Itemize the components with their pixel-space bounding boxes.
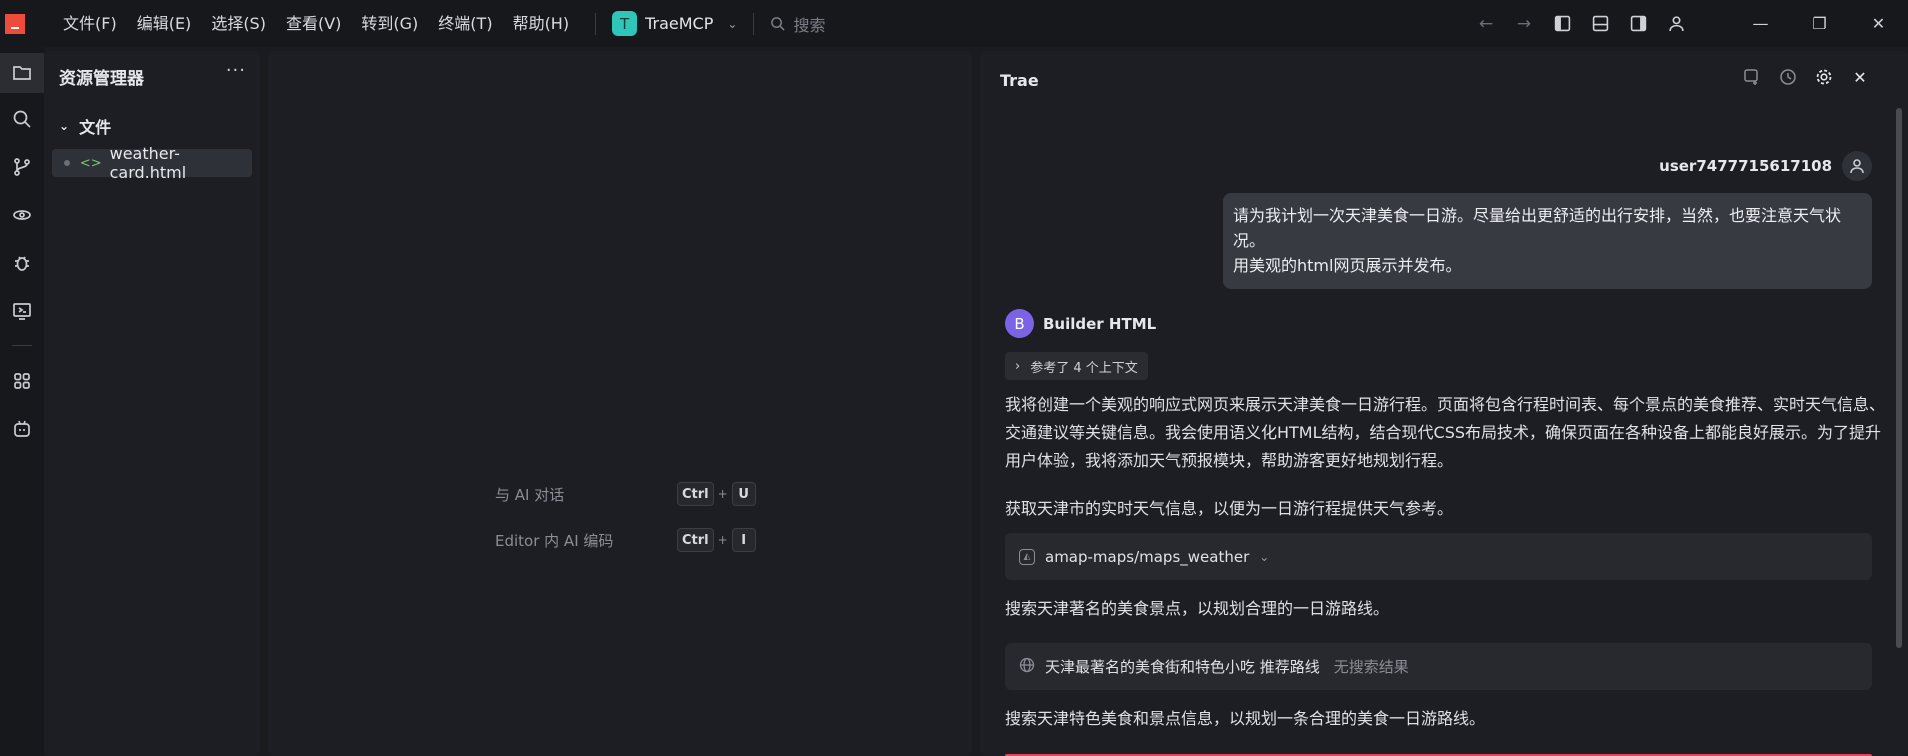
menu-file[interactable]: 文件(F) <box>53 0 127 47</box>
file-item[interactable]: <> weather-card.html <box>52 144 252 182</box>
hint-label: 与 AI 对话 <box>495 485 565 504</box>
settings-icon[interactable] <box>1812 65 1836 89</box>
key-ctrl: Ctrl <box>677 528 714 552</box>
editor-area: 与 AI 对话 Ctrl + U Editor 内 AI 编码 Ctrl + I <box>268 51 972 756</box>
bot-step: 获取天津市的实时天气信息，以便为一日游行程提供天气参考。 <box>1005 499 1454 518</box>
file-name: weather-card.html <box>109 144 187 182</box>
history-icon[interactable] <box>1776 65 1800 89</box>
key-i: I <box>731 528 756 552</box>
context-toggle[interactable]: › 参考了 4 个上下文 <box>1005 352 1148 380</box>
back-arrow-icon[interactable]: ← <box>1467 0 1505 47</box>
plus-sign: + <box>717 533 728 547</box>
project-name: TraeMCP <box>645 14 714 33</box>
chevron-right-icon: › <box>1015 358 1021 374</box>
menu-help[interactable]: 帮助(H) <box>503 0 580 47</box>
folder-row[interactable]: ⌄ 文件 <box>59 114 111 138</box>
hint-inline-ai: Editor 内 AI 编码 Ctrl + I <box>495 528 756 552</box>
tool-name: amap-maps/maps_weather <box>1045 547 1250 566</box>
activity-bar <box>0 47 44 756</box>
bot-name: Builder HTML <box>1043 314 1157 333</box>
chat-scrollbar[interactable] <box>1896 108 1902 648</box>
debug-icon[interactable] <box>0 243 44 283</box>
user-avatar-icon <box>1842 151 1872 181</box>
plus-sign: + <box>717 487 728 501</box>
context-label: 参考了 4 个上下文 <box>1030 360 1138 376</box>
chat-panel: Trae ✕ user7477715617108 请为我计划一次天津美食一日游。… <box>980 51 1908 756</box>
hint-chat: 与 AI 对话 Ctrl + U <box>495 482 756 506</box>
close-window-icon[interactable]: ✕ <box>1849 0 1908 47</box>
explorer-panel: 资源管理器 ··· ⌄ 文件 <> weather-card.html <box>44 51 260 756</box>
folder-name: 文件 <box>79 118 112 137</box>
search-icon[interactable] <box>0 99 44 139</box>
file-status-dot <box>64 160 70 166</box>
toggle-right-panel-icon[interactable] <box>1619 0 1657 47</box>
menu-goto[interactable]: 转到(G) <box>351 0 428 47</box>
explorer-icon[interactable] <box>0 53 44 93</box>
restore-icon[interactable]: ❐ <box>1790 0 1849 47</box>
search-query: 天津最著名的美食街和特色小吃 推荐路线 <box>1045 658 1320 676</box>
tool-call-weather[interactable]: ◭ amap-maps/maps_weather ⌄ <box>1005 533 1872 580</box>
key-ctrl: Ctrl <box>677 482 714 506</box>
more-icon[interactable]: ··· <box>226 60 246 81</box>
activity-divider <box>12 345 32 346</box>
bot-avatar: B <box>1005 309 1034 338</box>
extensions-icon[interactable] <box>0 361 44 401</box>
remote-explorer-icon[interactable] <box>0 195 44 235</box>
bot-step: 搜索天津著名的美食景点，以规划合理的一日游路线。 <box>1005 599 1390 618</box>
search-status: 无搜索结果 <box>1333 658 1409 676</box>
bot-intro: 我将创建一个美观的响应式网页来展示天津美食一日游行程。页面将包含行程时间表、每个… <box>1005 395 1886 470</box>
html-file-icon: <> <box>79 155 102 171</box>
menu-view[interactable]: 查看(V) <box>276 0 351 47</box>
close-icon[interactable]: ✕ <box>1848 65 1872 89</box>
chat-actions: ✕ <box>1740 65 1872 89</box>
explorer-title: 资源管理器 <box>59 69 144 89</box>
search-placeholder: 搜索 <box>793 15 826 35</box>
project-switcher[interactable]: T TraeMCP ⌄ <box>612 11 737 36</box>
user-name: user7477715617108 <box>1659 157 1832 175</box>
globe-icon <box>1019 657 1035 677</box>
new-chat-icon[interactable] <box>1740 65 1764 89</box>
chevron-down-icon: ⌄ <box>1259 549 1270 564</box>
bot-header: B Builder HTML <box>1005 309 1156 338</box>
mcp-tool-icon: ◭ <box>1019 548 1035 565</box>
user-message-line: 用美观的html网页展示并发布。 <box>1233 256 1462 275</box>
divider <box>753 12 755 35</box>
menu-terminal[interactable]: 终端(T) <box>428 0 502 47</box>
titlebar-controls: ← → — ❐ ✕ <box>1467 0 1908 47</box>
divider <box>595 12 597 35</box>
minimize-icon[interactable]: — <box>1731 0 1790 47</box>
account-icon[interactable] <box>1657 0 1695 47</box>
search-box[interactable]: 搜索 <box>770 12 825 36</box>
toggle-left-panel-icon[interactable] <box>1543 0 1581 47</box>
menu-edit[interactable]: 编辑(E) <box>127 0 202 47</box>
trae-logo-icon <box>5 13 25 34</box>
user-message: 请为我计划一次天津美食一日游。尽量给出更舒适的出行安排，当然，也要注意天气状况。… <box>1223 193 1872 289</box>
bot-step: 搜索天津特色美食和景点信息，以规划一条合理的美食一日游路线。 <box>1005 709 1486 728</box>
toggle-bottom-panel-icon[interactable] <box>1581 0 1619 47</box>
user-message-line: 请为我计划一次天津美食一日游。尽量给出更舒适的出行安排，当然，也要注意天气状况。 <box>1233 206 1842 250</box>
chat-title: Trae <box>1000 71 1039 90</box>
tool-call-search[interactable]: 天津最著名的美食街和特色小吃 推荐路线 无搜索结果 <box>1005 643 1872 690</box>
title-bar: 文件(F) 编辑(E) 选择(S) 查看(V) 转到(G) 终端(T) 帮助(H… <box>0 0 1908 47</box>
chevron-down-icon: ⌄ <box>59 119 70 133</box>
ai-agent-icon[interactable] <box>0 409 44 449</box>
hint-label: Editor 内 AI 编码 <box>495 531 614 550</box>
menu-selection[interactable]: 选择(S) <box>201 0 276 47</box>
key-u: U <box>731 482 756 506</box>
forward-arrow-icon[interactable]: → <box>1505 0 1543 47</box>
user-header: user7477715617108 <box>1659 151 1872 181</box>
project-badge: T <box>612 11 638 36</box>
source-control-icon[interactable] <box>0 147 44 187</box>
menu-bar: 文件(F) 编辑(E) 选择(S) 查看(V) 转到(G) 终端(T) 帮助(H… <box>53 0 579 47</box>
chevron-down-icon: ⌄ <box>727 16 738 31</box>
remote-window-icon[interactable] <box>0 291 44 331</box>
search-icon <box>771 17 786 31</box>
